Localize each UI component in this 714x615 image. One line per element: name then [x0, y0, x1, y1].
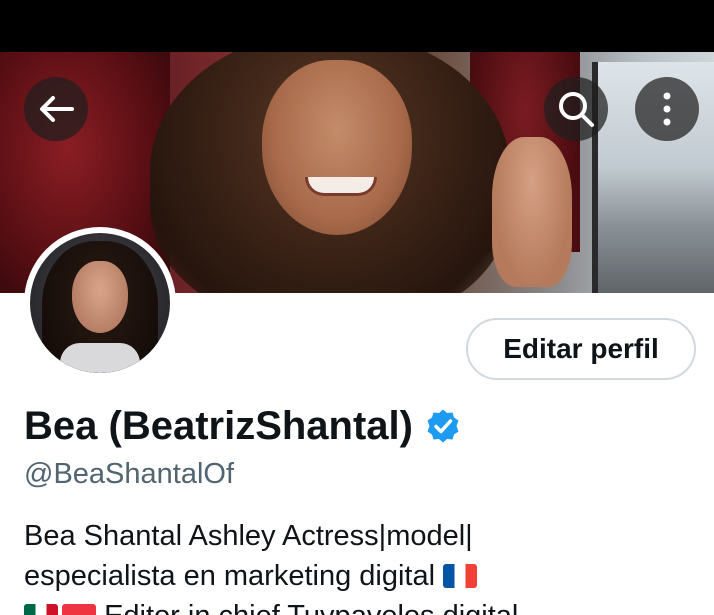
banner-person-face	[262, 60, 412, 235]
singapore-flag-icon	[62, 604, 96, 615]
edit-profile-button[interactable]: Editar perfil	[466, 318, 696, 380]
profile-bio: Bea Shantal Ashley Actress|model| especi…	[24, 516, 694, 615]
search-button[interactable]	[544, 77, 608, 141]
bio-line: Bea Shantal Ashley Actress|model|	[24, 520, 473, 552]
verified-badge-icon[interactable]	[425, 408, 461, 444]
back-button[interactable]	[24, 77, 88, 141]
mexico-flag-icon	[24, 604, 58, 615]
bio-text: Editor in chief Tuvpavelos digital	[104, 600, 518, 615]
search-icon	[559, 92, 594, 127]
profile-handle: @BeaShantalOf	[24, 458, 235, 490]
avatar-frame[interactable]	[24, 227, 176, 379]
status-bar	[0, 0, 714, 52]
avatar	[30, 233, 170, 373]
france-flag-icon	[443, 564, 478, 588]
avatar-face	[72, 261, 128, 333]
banner-person-smile	[305, 177, 377, 196]
profile-page: Editar perfil Bea (BeatrizShantal) @BeaS…	[0, 0, 714, 615]
more-vertical-icon	[663, 92, 671, 126]
display-name: Bea (BeatrizShantal)	[24, 403, 413, 448]
more-options-button[interactable]	[635, 77, 699, 141]
avatar-top	[60, 343, 140, 373]
banner-person-hand	[492, 137, 572, 287]
display-name-row: Bea (BeatrizShantal)	[24, 398, 461, 454]
bio-text: especialista en marketing digital	[24, 560, 436, 592]
arrow-left-icon	[40, 96, 74, 122]
bio-line: especialista en marketing digital	[24, 556, 694, 596]
bio-line: Editor in chief Tuvpavelos digital	[24, 596, 694, 615]
